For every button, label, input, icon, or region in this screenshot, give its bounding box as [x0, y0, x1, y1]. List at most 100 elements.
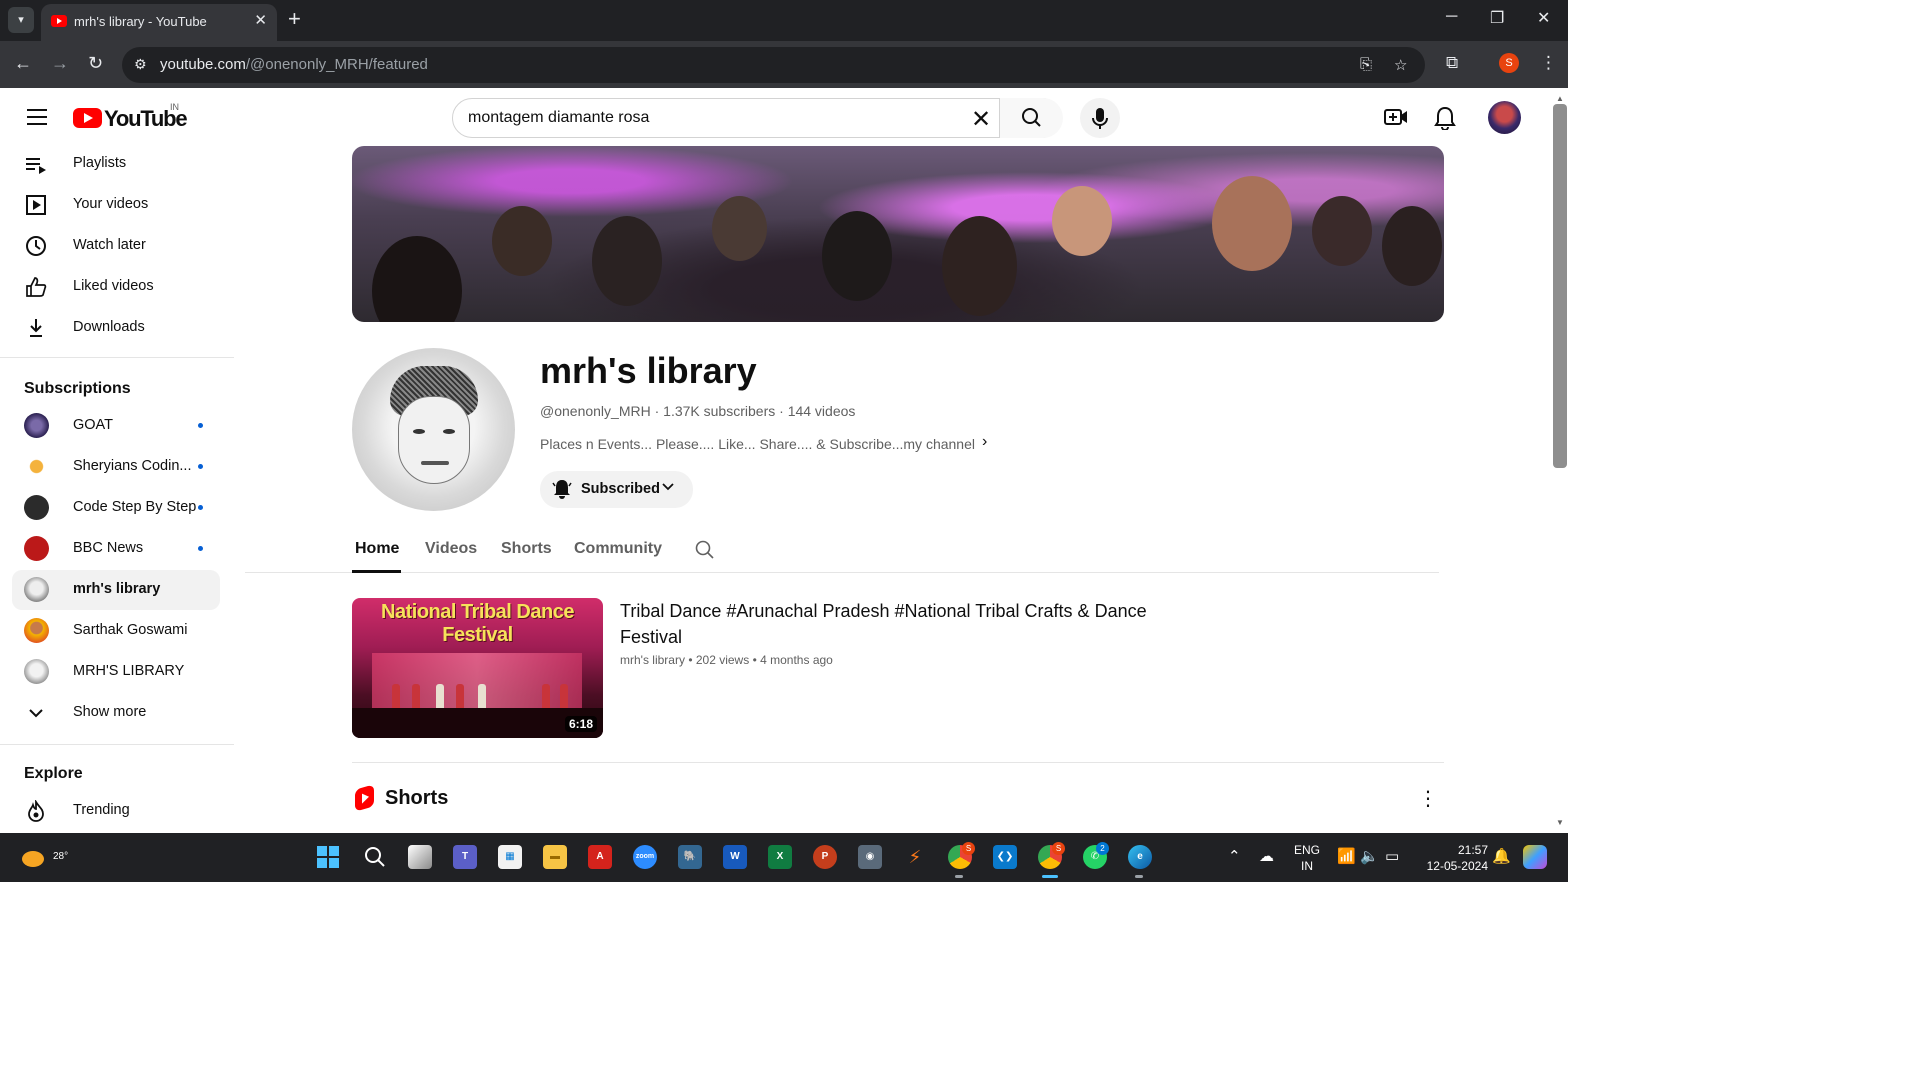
tab-community[interactable]: Community: [574, 540, 662, 558]
new-content-dot: [198, 546, 203, 551]
sidebar-item-playlists[interactable]: Playlists: [12, 144, 220, 184]
sidebar-item-liked-videos[interactable]: Liked videos: [12, 267, 220, 307]
install-app-icon[interactable]: ⎘: [1360, 56, 1372, 73]
video-thumbnail[interactable]: National Tribal Dance Festival 6:18: [352, 598, 603, 738]
hamburger-menu-icon[interactable]: [27, 109, 47, 130]
sidebar-item-mrhs-library[interactable]: mrh's library: [12, 570, 220, 610]
minimize-button[interactable]: ─: [1446, 8, 1457, 26]
address-bar[interactable]: ⚙ youtube.com/@onenonly_MRH/featured ⎘ ☆: [122, 47, 1425, 83]
search-input[interactable]: [468, 99, 958, 137]
file-explorer-icon[interactable]: ▬: [543, 845, 567, 869]
subscribed-button[interactable]: Subscribed: [540, 471, 693, 508]
clear-search-icon[interactable]: ✕: [971, 105, 991, 134]
vscode-icon[interactable]: ❮❯: [993, 845, 1017, 869]
edge-icon[interactable]: e: [1128, 845, 1152, 869]
wifi-icon[interactable]: 📶: [1337, 847, 1356, 865]
browser-menu-icon[interactable]: ⋮: [1540, 53, 1557, 73]
video-age: 4 months ago: [760, 653, 833, 667]
new-content-dot: [198, 505, 203, 510]
thumbnail-text: National Tribal Dance Festival: [381, 601, 574, 646]
back-button[interactable]: ←: [14, 53, 32, 74]
sidebar-item-mrhs-library-2[interactable]: MRH'S LIBRARY: [12, 652, 220, 692]
postgresql-icon[interactable]: 🐘: [678, 845, 702, 869]
notifications-bell-icon[interactable]: [1434, 106, 1456, 136]
weather-widget[interactable]: 28°: [20, 843, 68, 871]
reload-button[interactable]: ↻: [88, 53, 103, 74]
channel-avatar: [24, 413, 49, 438]
download-icon: [24, 317, 48, 339]
url-text[interactable]: youtube.com/@onenonly_MRH/featured: [160, 56, 428, 73]
notification-bell-icon[interactable]: 🔔: [1492, 847, 1511, 865]
tab-home[interactable]: Home: [355, 540, 399, 558]
voice-search-button[interactable]: [1080, 98, 1120, 138]
tab-search-menu-button[interactable]: ▾: [8, 7, 34, 33]
sidebar-item-trending[interactable]: Trending: [12, 791, 220, 831]
sidebar-item-sheryians[interactable]: Sheryians Codin...: [12, 447, 220, 487]
sidebar-item-bbc-news[interactable]: BBC News: [12, 529, 220, 569]
volume-icon[interactable]: 🔈: [1360, 847, 1379, 865]
battery-icon[interactable]: ▭: [1385, 847, 1399, 865]
copilot-icon[interactable]: [1523, 845, 1547, 869]
extensions-icon[interactable]: ⧉: [1446, 53, 1458, 73]
youtube-header: YouTube IN ✕: [0, 88, 1552, 144]
sidebar-item-watch-later[interactable]: Watch later: [12, 226, 220, 266]
show-hidden-icons-chevron-icon[interactable]: ⌃: [1228, 847, 1241, 865]
task-view-icon[interactable]: [408, 845, 432, 869]
scroll-up-arrow-icon[interactable]: ▲: [1556, 94, 1564, 103]
channel-meta: @onenonly_MRH · 1.37K subscribers · 144 …: [540, 403, 856, 419]
show-more-button[interactable]: Show more: [12, 693, 220, 733]
taskbar-search-icon[interactable]: [363, 845, 387, 869]
tab-shorts[interactable]: Shorts: [501, 540, 552, 558]
zoom-icon[interactable]: zoom: [633, 845, 657, 869]
channel-description[interactable]: Places n Events... Please.... Like... Sh…: [540, 436, 975, 452]
active-app-indicator: [1042, 875, 1058, 878]
new-content-dot: [198, 464, 203, 469]
microsoft-store-icon[interactable]: ▦: [498, 845, 522, 869]
sidebar-item-sarthak-goswami[interactable]: Sarthak Goswami: [12, 611, 220, 651]
profile-avatar[interactable]: S: [1499, 53, 1519, 73]
scroll-down-arrow-icon[interactable]: ▼: [1556, 818, 1564, 827]
sublime-icon[interactable]: ⚡: [903, 845, 927, 869]
site-info-icon[interactable]: ⚙: [134, 56, 147, 73]
teams-icon[interactable]: T: [453, 845, 477, 869]
chevron-right-icon[interactable]: ›: [982, 433, 987, 451]
excel-icon[interactable]: X: [768, 845, 792, 869]
active-tab-underline: [352, 570, 401, 573]
input-language-indicator[interactable]: ENG IN: [1292, 842, 1322, 874]
acrobat-icon[interactable]: A: [588, 845, 612, 869]
more-options-icon[interactable]: ⋮: [1418, 786, 1438, 811]
tab-close-icon[interactable]: ✕: [254, 11, 267, 29]
video-channel-name[interactable]: mrh's library: [620, 653, 685, 667]
clock[interactable]: 21:57 12-05-2024: [1414, 842, 1488, 874]
camera-icon[interactable]: ◉: [858, 845, 882, 869]
sidebar-item-goat[interactable]: GOAT: [12, 406, 220, 446]
search-icon: [1022, 108, 1041, 127]
page-scrollbar[interactable]: ▲ ▼: [1552, 88, 1568, 833]
scrollbar-thumb[interactable]: [1553, 104, 1567, 468]
channel-avatar: [24, 536, 49, 561]
new-tab-button[interactable]: +: [288, 6, 301, 32]
start-button[interactable]: [316, 845, 340, 869]
channel-avatar: [24, 454, 49, 479]
account-avatar[interactable]: [1488, 101, 1521, 134]
create-video-icon[interactable]: [1384, 106, 1408, 134]
onedrive-cloud-icon[interactable]: ☁: [1259, 847, 1274, 865]
chrome-badge: S: [1052, 842, 1065, 855]
sidebar-item-downloads[interactable]: Downloads: [12, 308, 220, 348]
search-button[interactable]: [999, 98, 1063, 138]
channel-search-icon[interactable]: [694, 539, 716, 566]
subscriptions-heading: Subscriptions: [24, 380, 131, 397]
bell-icon: [552, 479, 572, 504]
close-window-button[interactable]: ✕: [1537, 8, 1550, 28]
restore-button[interactable]: ❐: [1490, 8, 1504, 28]
bookmark-star-icon[interactable]: ☆: [1394, 56, 1407, 74]
word-icon[interactable]: W: [723, 845, 747, 869]
forward-button[interactable]: →: [51, 53, 69, 74]
video-title[interactable]: Tribal Dance #Arunachal Pradesh #Nationa…: [620, 598, 1180, 650]
tab-videos[interactable]: Videos: [425, 540, 477, 558]
powerpoint-icon[interactable]: P: [813, 845, 837, 869]
sidebar-item-your-videos[interactable]: Your videos: [12, 185, 220, 225]
browser-tab[interactable]: mrh's library - YouTube ✕: [41, 4, 277, 41]
explore-heading: Explore: [24, 765, 83, 782]
sidebar-item-code-step-by-step[interactable]: Code Step By Step: [12, 488, 220, 528]
